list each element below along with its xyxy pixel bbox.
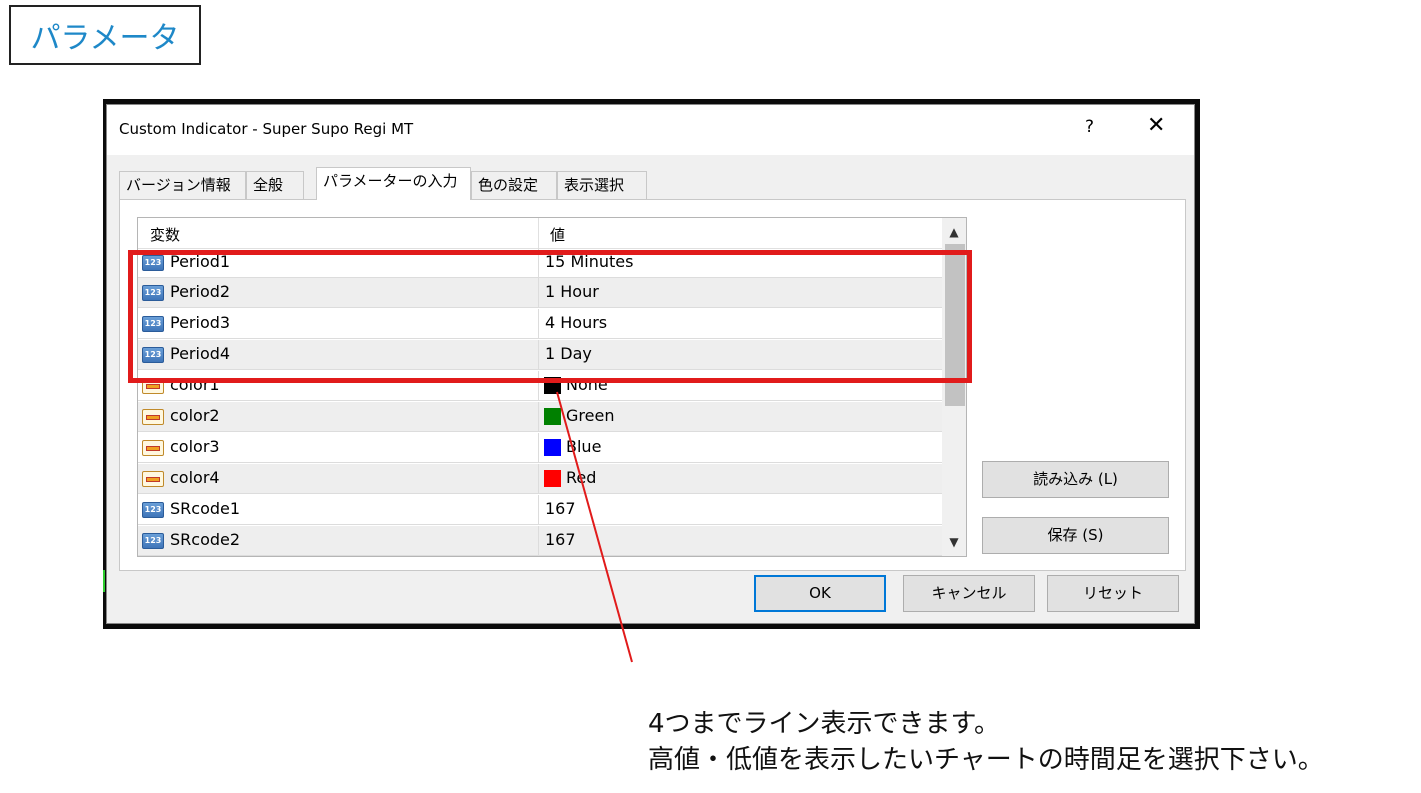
color-icon xyxy=(142,409,164,425)
tab-colors[interactable]: 色の設定 xyxy=(471,171,557,199)
table-row[interactable]: 123 Period4 1 Day xyxy=(138,340,942,370)
color-icon xyxy=(142,471,164,487)
column-header-value[interactable]: 値 xyxy=(550,224,565,245)
annotation-line-2: 高値・低値を表示したいチャートの時間足を選択下さい。 xyxy=(648,745,1324,775)
tab-general[interactable]: 全般 xyxy=(246,171,304,199)
param-name: color1 xyxy=(170,375,220,394)
param-name: SRcode2 xyxy=(170,530,241,549)
tab-label: 色の設定 xyxy=(478,176,539,194)
grid-header: 変数 値 xyxy=(138,218,942,249)
color-swatch[interactable] xyxy=(544,408,561,425)
table-row[interactable]: color1 None xyxy=(138,371,942,401)
save-button[interactable]: 保存 (S) xyxy=(982,517,1169,554)
tab-display-select[interactable]: 表示選択 xyxy=(557,171,647,199)
param-value[interactable]: 167 xyxy=(545,499,576,518)
tab-parameters[interactable]: パラメーターの入力 xyxy=(316,167,471,200)
number-icon: 123 xyxy=(142,347,164,363)
param-value[interactable]: Red xyxy=(566,468,596,487)
chevron-down-icon[interactable]: ▼ xyxy=(942,530,966,554)
parameter-grid: 変数 値 123 Period1 15 Minutes 123 Period2 … xyxy=(137,217,967,557)
annotation-line-1: 4つまでライン表示できます。 xyxy=(648,709,1000,739)
tab-version-info[interactable]: バージョン情報 xyxy=(119,171,246,199)
number-icon: 123 xyxy=(142,533,164,549)
load-button[interactable]: 読み込み (L) xyxy=(982,461,1169,498)
column-header-variable[interactable]: 変数 xyxy=(150,224,180,245)
param-value[interactable]: Green xyxy=(566,406,614,425)
param-name: color4 xyxy=(170,468,220,487)
table-row[interactable]: 123 SRcode2 167 xyxy=(138,526,942,556)
param-value[interactable]: 1 Hour xyxy=(545,282,599,301)
table-row[interactable]: 123 Period3 4 Hours xyxy=(138,309,942,339)
table-row[interactable]: color2 Green xyxy=(138,402,942,432)
param-name: Period4 xyxy=(170,344,231,363)
tab-label: バージョン情報 xyxy=(126,176,231,194)
tab-label: 全般 xyxy=(253,176,284,194)
chart-candle xyxy=(103,570,105,592)
table-row[interactable]: 123 Period2 1 Hour xyxy=(138,278,942,308)
param-name: Period3 xyxy=(170,313,231,332)
tab-label: 表示選択 xyxy=(564,176,625,194)
cancel-button[interactable]: キャンセル xyxy=(903,575,1035,612)
param-name: Period1 xyxy=(170,252,231,271)
grid-scrollbar[interactable]: ▲ ▼ xyxy=(942,218,966,556)
reset-button[interactable]: リセット xyxy=(1047,575,1179,612)
number-icon: 123 xyxy=(142,502,164,518)
chevron-up-icon[interactable]: ▲ xyxy=(942,220,966,244)
table-row[interactable]: color3 Blue xyxy=(138,433,942,463)
dialog-titlebar: Custom Indicator - Super Supo Regi MT ? … xyxy=(107,105,1194,155)
param-name: Period2 xyxy=(170,282,231,301)
color-swatch[interactable] xyxy=(544,470,561,487)
tab-label: パラメーターの入力 xyxy=(323,172,458,190)
color-swatch[interactable] xyxy=(544,377,561,394)
param-name: SRcode1 xyxy=(170,499,241,518)
param-value[interactable]: 1 Day xyxy=(545,344,592,363)
number-icon: 123 xyxy=(142,255,164,271)
param-name: color3 xyxy=(170,437,220,456)
color-icon xyxy=(142,440,164,456)
page-heading: パラメータ xyxy=(9,5,201,65)
ok-button[interactable]: OK xyxy=(754,575,886,612)
indicator-dialog: Custom Indicator - Super Supo Regi MT ? … xyxy=(106,104,1195,624)
table-row[interactable]: 123 Period1 15 Minutes xyxy=(138,248,942,278)
table-row[interactable]: color4 Red xyxy=(138,464,942,494)
dialog-title: Custom Indicator - Super Supo Regi MT xyxy=(119,120,414,138)
table-row[interactable]: 123 SRcode1 167 xyxy=(138,495,942,525)
param-value[interactable]: 167 xyxy=(545,530,576,549)
number-icon: 123 xyxy=(142,316,164,332)
color-swatch[interactable] xyxy=(544,439,561,456)
param-value[interactable]: 4 Hours xyxy=(545,313,607,332)
param-name: color2 xyxy=(170,406,220,425)
number-icon: 123 xyxy=(142,285,164,301)
param-value[interactable]: None xyxy=(566,375,608,394)
color-icon xyxy=(142,378,164,394)
help-icon[interactable]: ? xyxy=(1085,117,1094,137)
param-value[interactable]: 15 Minutes xyxy=(545,252,633,271)
scroll-thumb[interactable] xyxy=(945,244,965,406)
param-value[interactable]: Blue xyxy=(566,437,601,456)
close-icon[interactable]: ✕ xyxy=(1147,113,1165,138)
